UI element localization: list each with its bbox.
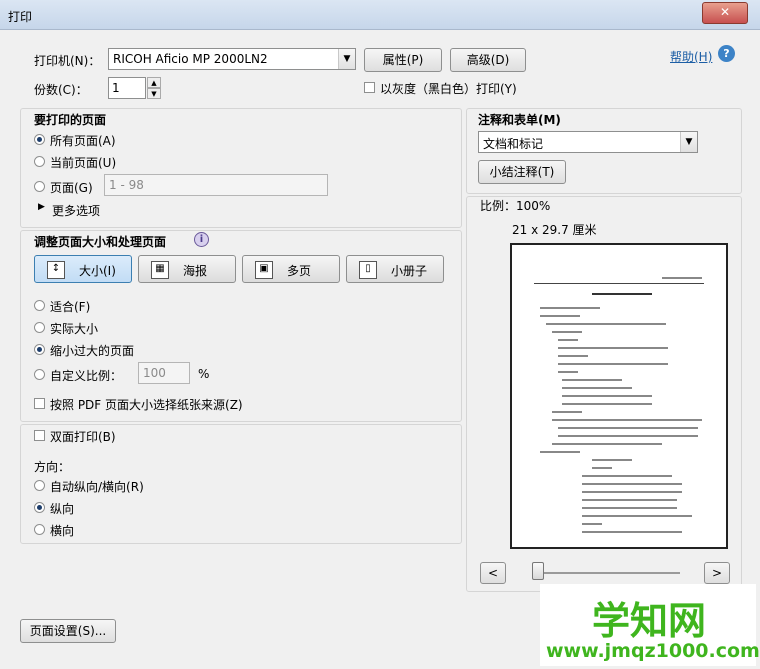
- poster-label: 海报: [183, 264, 208, 278]
- title-bar: 打印 ✕: [0, 0, 760, 30]
- all-pages-radio[interactable]: [34, 134, 45, 145]
- watermark-url: www.jmqz1000.com: [546, 640, 760, 662]
- booklet-label: 小册子: [391, 264, 428, 278]
- current-page-radio[interactable]: [34, 156, 45, 167]
- auto-orientation-radio[interactable]: [34, 480, 45, 491]
- custom-scale-input[interactable]: 100: [138, 362, 190, 384]
- page-setup-button[interactable]: 页面设置(S)...: [20, 619, 116, 643]
- landscape-radio[interactable]: [34, 524, 45, 535]
- comments-heading: 注释和表单(M): [478, 113, 561, 127]
- chevron-up-icon[interactable]: ▲: [147, 77, 161, 88]
- page-range-input[interactable]: 1 - 98: [104, 174, 328, 196]
- portrait-label: 纵向: [50, 502, 75, 516]
- multiple-pages-icon: ▣: [255, 261, 273, 279]
- actual-size-label: 实际大小: [50, 322, 99, 336]
- printer-label: 打印机(N)：: [34, 54, 101, 68]
- custom-scale-label: 自定义比例：: [50, 369, 123, 383]
- orientation-label: 方向：: [34, 460, 71, 474]
- multiple-pages-button[interactable]: ▣ 多页: [242, 255, 340, 283]
- poster-icon: ▦: [151, 261, 169, 279]
- grayscale-label: 以灰度（黑白色）打印(Y): [380, 82, 517, 96]
- more-options-link[interactable]: 更多选项: [52, 202, 100, 219]
- next-page-button[interactable]: >: [704, 562, 730, 584]
- duplex-label: 双面打印(B): [50, 430, 116, 444]
- copies-label: 份数(C)：: [34, 83, 88, 97]
- page-dimensions: 21 x 29.7 厘米: [512, 223, 597, 237]
- all-pages-label: 所有页面(A): [50, 134, 116, 148]
- custom-scale-radio[interactable]: [34, 369, 45, 380]
- duplex-checkbox[interactable]: [34, 430, 45, 441]
- expand-triangle-icon[interactable]: ▶: [38, 202, 45, 212]
- size-label: 大小(I): [79, 264, 116, 278]
- help-icon[interactable]: ?: [718, 45, 735, 62]
- advanced-button[interactable]: 高级(D): [450, 48, 526, 72]
- portrait-radio[interactable]: [34, 502, 45, 513]
- size-button[interactable]: ↕ 大小(I): [34, 255, 132, 283]
- preview-page: [510, 243, 728, 549]
- close-button[interactable]: ✕: [702, 2, 748, 24]
- sizing-heading: 调整页面大小和处理页面: [34, 235, 167, 249]
- booklet-button[interactable]: ▯ 小册子: [346, 255, 444, 283]
- printer-value: RICOH Aficio MP 2000LN2: [113, 52, 268, 66]
- window-title: 打印: [8, 10, 33, 24]
- multiple-pages-label: 多页: [287, 264, 312, 278]
- printer-select[interactable]: RICOH Aficio MP 2000LN2 ▼: [108, 48, 356, 70]
- page-slider-handle[interactable]: [532, 562, 544, 580]
- comments-value: 文档和标记: [483, 137, 544, 151]
- prev-page-button[interactable]: <: [480, 562, 506, 584]
- shrink-radio[interactable]: [34, 344, 45, 355]
- auto-orientation-label: 自动纵向/横向(R): [50, 480, 144, 494]
- watermark: 学知网 www.jmqz1000.com: [540, 584, 760, 666]
- page-slider-track: [540, 572, 680, 574]
- chevron-down-icon[interactable]: ▼: [147, 88, 161, 99]
- fit-label: 适合(F): [50, 300, 91, 314]
- actual-size-radio[interactable]: [34, 322, 45, 333]
- properties-button[interactable]: 属性(P): [364, 48, 442, 72]
- paper-source-checkbox[interactable]: [34, 398, 45, 409]
- copies-input[interactable]: 1: [108, 77, 146, 99]
- shrink-label: 缩小过大的页面: [50, 344, 135, 358]
- summarize-comments-button[interactable]: 小结注释(T): [478, 160, 566, 184]
- grayscale-checkbox[interactable]: [364, 82, 375, 93]
- chevron-down-icon: ▼: [338, 49, 355, 69]
- watermark-title: 学知网: [592, 599, 707, 643]
- pages-heading: 要打印的页面: [34, 113, 107, 127]
- fit-radio[interactable]: [34, 300, 45, 311]
- poster-button[interactable]: ▦ 海报: [138, 255, 236, 283]
- help-link[interactable]: 帮助(H): [670, 48, 712, 65]
- page-range-label: 页面(G): [50, 181, 93, 195]
- size-icon: ↕: [47, 261, 65, 279]
- percent-label: %: [198, 367, 210, 381]
- copies-value: 1: [112, 81, 120, 95]
- paper-source-label: 按照 PDF 页面大小选择纸张来源(Z): [50, 398, 243, 412]
- page-range-radio[interactable]: [34, 181, 45, 192]
- info-icon[interactable]: i: [194, 232, 209, 247]
- scale-label: 比例：100%: [480, 199, 551, 213]
- booklet-icon: ▯: [359, 261, 377, 279]
- landscape-label: 横向: [50, 524, 75, 538]
- current-page-label: 当前页面(U): [50, 156, 117, 170]
- chevron-down-icon: ▼: [680, 132, 697, 152]
- comments-select[interactable]: 文档和标记 ▼: [478, 131, 698, 153]
